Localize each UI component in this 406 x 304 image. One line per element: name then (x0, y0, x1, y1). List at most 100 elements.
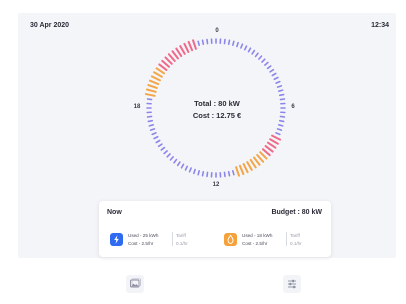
dial-tick (264, 61, 269, 66)
dial-tick (240, 43, 244, 49)
dial-label-0: 0 (215, 28, 219, 34)
dial-tick (232, 40, 235, 47)
dial-tick (157, 143, 163, 148)
dial-tick (163, 150, 168, 155)
dial-tick (173, 158, 178, 164)
dial-tick (206, 38, 209, 45)
dial-tick (161, 59, 171, 68)
dial-tick (192, 39, 197, 50)
gas-tariff-value: 0.1/hr (290, 240, 302, 246)
dial-tick (277, 89, 284, 92)
electricity-tariff: Tariff 0.1/hr (176, 232, 188, 247)
bottom-navigation (0, 266, 406, 304)
sliders-icon (288, 279, 296, 289)
electricity-metric[interactable]: Used - 25 kWh Cost - 2.5/hr Tariff 0.1/h… (110, 231, 210, 249)
electricity-values: Used - 25 kWh Cost - 2.5/hr (128, 232, 158, 247)
total-power: Total : 80 kW (194, 99, 240, 108)
dial-tick (197, 169, 200, 176)
dial-tick (145, 88, 157, 93)
electricity-tariff-value: 0.1/hr (176, 240, 188, 246)
gas-used: Used - 18 kWh (242, 233, 273, 238)
dial-tick (232, 169, 235, 176)
electricity-cost: Cost - 2.5/hr (128, 240, 154, 246)
dial-tick (164, 56, 173, 65)
dial-tick (146, 98, 153, 101)
dial-tick (266, 141, 277, 149)
dial-tick (261, 148, 271, 157)
dial-tick (271, 72, 277, 77)
dial-tick (155, 67, 166, 75)
gallery-button[interactable] (126, 275, 144, 293)
dial-tick (259, 151, 268, 160)
dial-tick (187, 40, 194, 52)
dial-tick (261, 58, 266, 63)
dial-tick (269, 68, 275, 73)
dial-tick (197, 40, 200, 47)
energy-dial (144, 38, 286, 178)
dial-tick (276, 128, 283, 131)
dial-tick (275, 132, 281, 136)
gas-divider (286, 232, 287, 246)
dial-tick (206, 171, 209, 178)
dial-tick (147, 119, 154, 123)
gas-tariff-label: Tariff (290, 233, 300, 238)
dial-tick (201, 170, 205, 177)
dial-tick (277, 124, 284, 127)
dial-tick (243, 45, 248, 51)
dial-tick (271, 134, 282, 141)
dashboard-screen: 30 Apr 2020 12:34 0 6 12 18 Total : 80 k… (0, 0, 406, 304)
dial-tick (264, 145, 274, 153)
dial-tick (151, 132, 157, 136)
dial-tick (179, 45, 186, 55)
gas-cost: Cost - 2.5/hr (242, 240, 268, 246)
dial-tick (166, 153, 171, 158)
dial-tick (278, 119, 285, 123)
dial-tick (201, 39, 205, 46)
dial-tick (171, 50, 179, 60)
dial-tick (155, 139, 161, 144)
dial-tick (266, 65, 272, 70)
dial-tick (153, 135, 159, 140)
dial-tick (236, 41, 239, 48)
dial-tick (148, 124, 155, 127)
dial-label-18: 18 (133, 104, 141, 110)
dial-tick (149, 128, 156, 131)
dial-tick (153, 71, 163, 78)
dial-tick (223, 38, 226, 45)
dial-tick (242, 163, 249, 174)
dial-tick (148, 79, 160, 86)
dial-tick (167, 53, 176, 63)
dial-tick (227, 170, 231, 177)
dial-tick (227, 39, 231, 46)
dial-tick (238, 164, 245, 176)
total-cost: Cost : 12.75 € (192, 111, 242, 120)
dial-tick (246, 161, 253, 171)
dial-tick (188, 167, 192, 173)
budget-label: Budget : 80 kW (271, 209, 322, 216)
dial-tick (160, 146, 166, 151)
dial-tick (247, 47, 252, 53)
gas-tariff: Tariff 0.1/hr (290, 232, 302, 247)
dial-tick (279, 115, 286, 118)
dial-tick (278, 93, 285, 97)
dial-label-12: 12 (212, 182, 220, 188)
electricity-tariff-label: Tariff (176, 233, 186, 238)
dial-tick (253, 156, 261, 166)
dial-tick (235, 166, 240, 177)
dial-tick (275, 80, 281, 84)
dial-label-6: 6 (291, 104, 295, 110)
dial-tick (150, 75, 161, 82)
dial-tick (180, 163, 185, 169)
dial-tick (254, 52, 259, 58)
gas-values: Used - 18 kWh Cost - 2.5/hr (242, 232, 272, 247)
dial-tick (276, 85, 283, 88)
now-card: Now Budget : 80 kW Used - 25 kWh Cost - … (99, 201, 331, 257)
electricity-used: Used - 25 kWh (128, 233, 159, 238)
card-title: Now (107, 209, 122, 216)
dial-tick (193, 168, 196, 175)
settings-button[interactable] (283, 275, 301, 293)
electricity-divider (172, 232, 173, 246)
flame-icon (224, 233, 237, 246)
lightning-icon (110, 233, 123, 246)
gas-metric[interactable]: Used - 18 kWh Cost - 2.5/hr Tariff 0.1/h… (224, 231, 324, 249)
